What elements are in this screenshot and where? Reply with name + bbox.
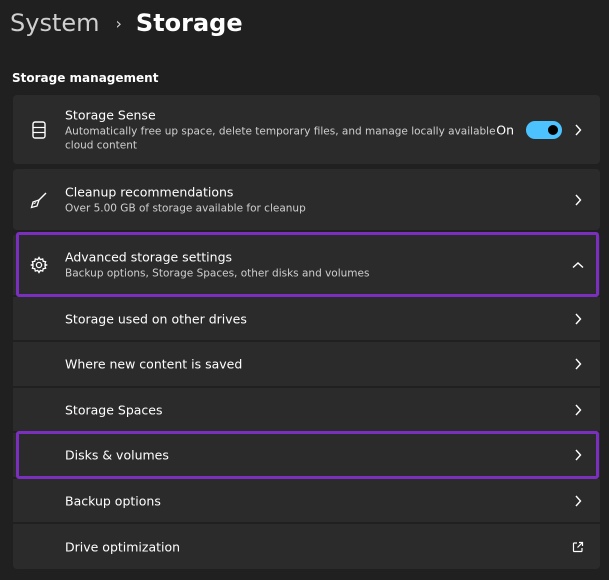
cleanup-recommendations-card[interactable]: Cleanup recommendations Over 5.00 GB of … <box>13 169 600 230</box>
sub-item-where-new-content-is-saved[interactable]: Where new content is saved <box>13 342 600 386</box>
sub-item-label: Backup options <box>65 493 161 508</box>
highlight-disks-and-volumes <box>16 431 599 479</box>
cleanup-title: Cleanup recommendations <box>65 184 234 199</box>
page-title: Storage <box>135 9 243 37</box>
storage-sense-description-line1: Automatically free up space, delete temp… <box>65 125 496 137</box>
breadcrumb-separator: › <box>115 13 122 33</box>
sub-item-backup-options[interactable]: Backup options <box>13 479 600 522</box>
storage-sense-title: Storage Sense <box>65 107 156 122</box>
cleanup-description: Over 5.00 GB of storage available for cl… <box>65 202 306 214</box>
storage-sense-toggle[interactable] <box>526 120 562 139</box>
sub-item-storage-used-on-other-drives[interactable]: Storage used on other drives <box>13 297 600 340</box>
storage-sense-toggle-label: On <box>496 122 514 137</box>
sub-item-drive-optimization[interactable]: Drive optimization <box>13 524 600 569</box>
drive-icon <box>29 120 49 140</box>
chevron-right-icon[interactable] <box>572 194 584 206</box>
sub-item-storage-spaces[interactable]: Storage Spaces <box>13 388 600 431</box>
storage-sense-card[interactable]: Storage Sense Automatically free up spac… <box>13 95 600 164</box>
broom-icon <box>29 190 49 210</box>
cleanup-text: Cleanup recommendations Over 5.00 GB of … <box>65 184 306 215</box>
breadcrumb: System › Storage <box>10 6 243 40</box>
external-link-icon[interactable] <box>572 541 584 553</box>
storage-sense-text: Storage Sense Automatically free up spac… <box>65 107 496 152</box>
sub-item-label: Storage Spaces <box>65 402 163 417</box>
toggle-knob <box>548 124 558 135</box>
chevron-right-icon[interactable] <box>572 404 584 416</box>
storage-sense-description: Automatically free up space, delete temp… <box>65 124 496 152</box>
sub-item-label: Drive optimization <box>65 539 181 554</box>
highlight-advanced-storage-settings <box>16 232 599 297</box>
chevron-right-icon[interactable] <box>572 124 584 136</box>
chevron-right-icon[interactable] <box>572 495 584 507</box>
storage-sense-description-line2: cloud content <box>65 139 137 151</box>
sub-item-label: Where new content is saved <box>65 356 243 372</box>
breadcrumb-system-link[interactable]: System <box>10 9 100 37</box>
chevron-right-icon[interactable] <box>572 313 584 325</box>
sub-item-label: Storage used on other drives <box>65 311 247 326</box>
section-title-storage-management: Storage management <box>12 71 159 85</box>
chevron-right-icon[interactable] <box>572 358 584 370</box>
